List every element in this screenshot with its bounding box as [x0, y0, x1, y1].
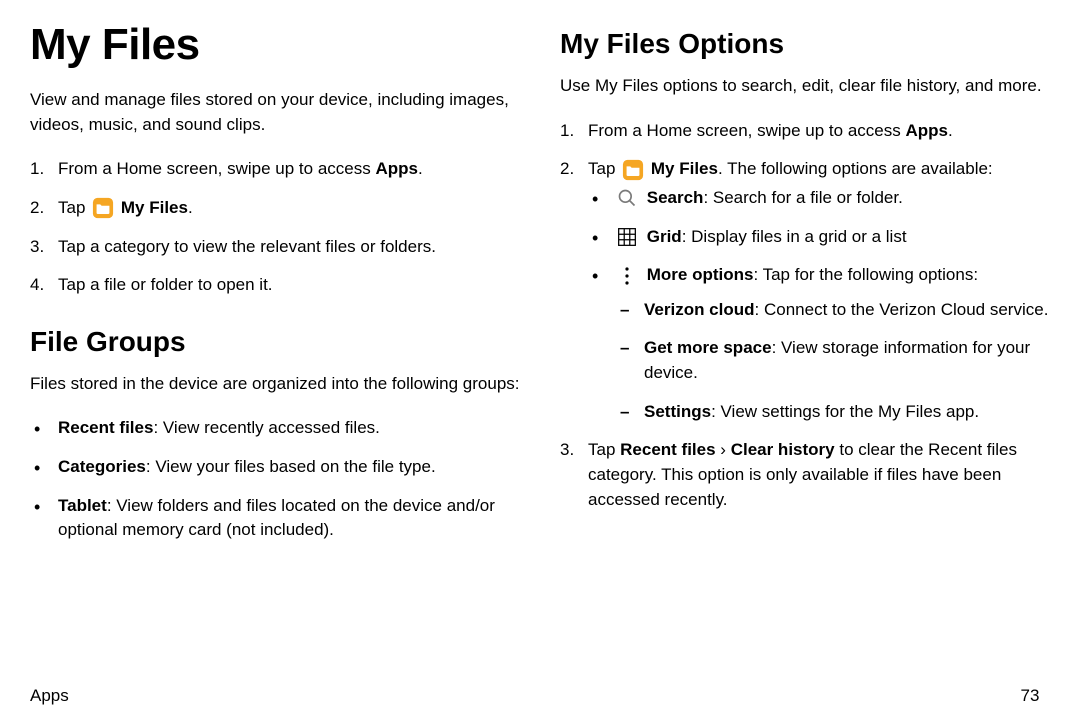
- item-text: : View your files based on the file type…: [146, 457, 436, 476]
- step-text: From a Home screen, swipe up to access: [588, 121, 905, 140]
- section-title: File Groups: [30, 326, 520, 358]
- step-text: . The following options are available:: [718, 159, 993, 178]
- item-bold: Get more space: [644, 338, 772, 357]
- step-text: Tap: [588, 440, 620, 459]
- item-bold: Search: [647, 188, 704, 207]
- item-text: : View folders and files located on the …: [58, 496, 495, 540]
- more-icon: [616, 265, 638, 287]
- item-bold: Categories: [58, 457, 146, 476]
- step-item: From a Home screen, swipe up to access A…: [54, 157, 520, 182]
- list-item: Search: Search for a file or folder.: [612, 186, 1050, 211]
- step-item: Tap a category to view the relevant file…: [54, 235, 520, 260]
- item-text: : View recently accessed files.: [153, 418, 379, 437]
- step-item: Tap My Files.: [54, 196, 520, 221]
- item-bold: More options: [647, 265, 754, 284]
- item-text: : Connect to the Verizon Cloud service.: [755, 300, 1049, 319]
- step-bold: Clear history: [731, 440, 835, 459]
- list-item: Tablet: View folders and files located o…: [54, 494, 520, 543]
- list-item: Grid: Display files in a grid or a list: [612, 225, 1050, 250]
- folder-icon: [92, 197, 114, 219]
- grid-icon: [616, 226, 638, 248]
- footer-section: Apps: [30, 686, 1010, 706]
- left-column: My Files View and manage files stored on…: [30, 20, 520, 660]
- list-item: Get more space: View storage information…: [640, 336, 1050, 385]
- steps-list: From a Home screen, swipe up to access A…: [560, 119, 1050, 513]
- step-bold: Apps: [375, 159, 418, 178]
- footer-page: 73: [1010, 686, 1050, 706]
- item-text: : View settings for the My Files app.: [711, 402, 979, 421]
- options-list: Search: Search for a file or folder. Gri…: [588, 186, 1050, 424]
- search-icon: [616, 187, 638, 209]
- list-item: Recent files: View recently accessed fil…: [54, 416, 520, 441]
- section-intro: Files stored in the device are organized…: [30, 372, 520, 397]
- list-item: Categories: View your files based on the…: [54, 455, 520, 480]
- sub-options-list: Verizon cloud: Connect to the Verizon Cl…: [616, 298, 1050, 425]
- section-intro: Use My Files options to search, edit, cl…: [560, 74, 1050, 99]
- item-bold: Grid: [647, 227, 682, 246]
- item-bold: Tablet: [58, 496, 107, 515]
- item-text: : Search for a file or folder.: [703, 188, 902, 207]
- step-item: Tap My Files. The following options are …: [584, 157, 1050, 424]
- step-text: ›: [716, 440, 731, 459]
- steps-list: From a Home screen, swipe up to access A…: [30, 157, 520, 298]
- folder-icon: [622, 159, 644, 181]
- step-item: Tap a file or folder to open it.: [54, 273, 520, 298]
- step-text: From a Home screen, swipe up to access: [58, 159, 375, 178]
- item-bold: Settings: [644, 402, 711, 421]
- step-bold: My Files: [121, 198, 188, 217]
- page-title: My Files: [30, 20, 520, 70]
- item-bold: Recent files: [58, 418, 153, 437]
- list-item: Settings: View settings for the My Files…: [640, 400, 1050, 425]
- step-item: From a Home screen, swipe up to access A…: [584, 119, 1050, 144]
- intro-text: View and manage files stored on your dev…: [30, 88, 520, 137]
- page-columns: My Files View and manage files stored on…: [30, 20, 1050, 660]
- groups-list: Recent files: View recently accessed fil…: [30, 416, 520, 543]
- step-text: .: [948, 121, 953, 140]
- section-title: My Files Options: [560, 28, 1050, 60]
- step-text: Tap: [58, 198, 90, 217]
- item-text: : Display files in a grid or a list: [682, 227, 907, 246]
- step-text: .: [418, 159, 423, 178]
- step-text: Tap: [588, 159, 620, 178]
- step-bold: Recent files: [620, 440, 715, 459]
- page-footer: Apps 73: [30, 686, 1050, 706]
- right-column: My Files Options Use My Files options to…: [560, 20, 1050, 660]
- item-text: : Tap for the following options:: [753, 265, 978, 284]
- item-bold: Verizon cloud: [644, 300, 755, 319]
- list-item: More options: Tap for the following opti…: [612, 263, 1050, 424]
- step-item: Tap Recent files › Clear history to clea…: [584, 438, 1050, 512]
- step-bold: Apps: [905, 121, 948, 140]
- step-text: .: [188, 198, 193, 217]
- list-item: Verizon cloud: Connect to the Verizon Cl…: [640, 298, 1050, 323]
- step-bold: My Files: [651, 159, 718, 178]
